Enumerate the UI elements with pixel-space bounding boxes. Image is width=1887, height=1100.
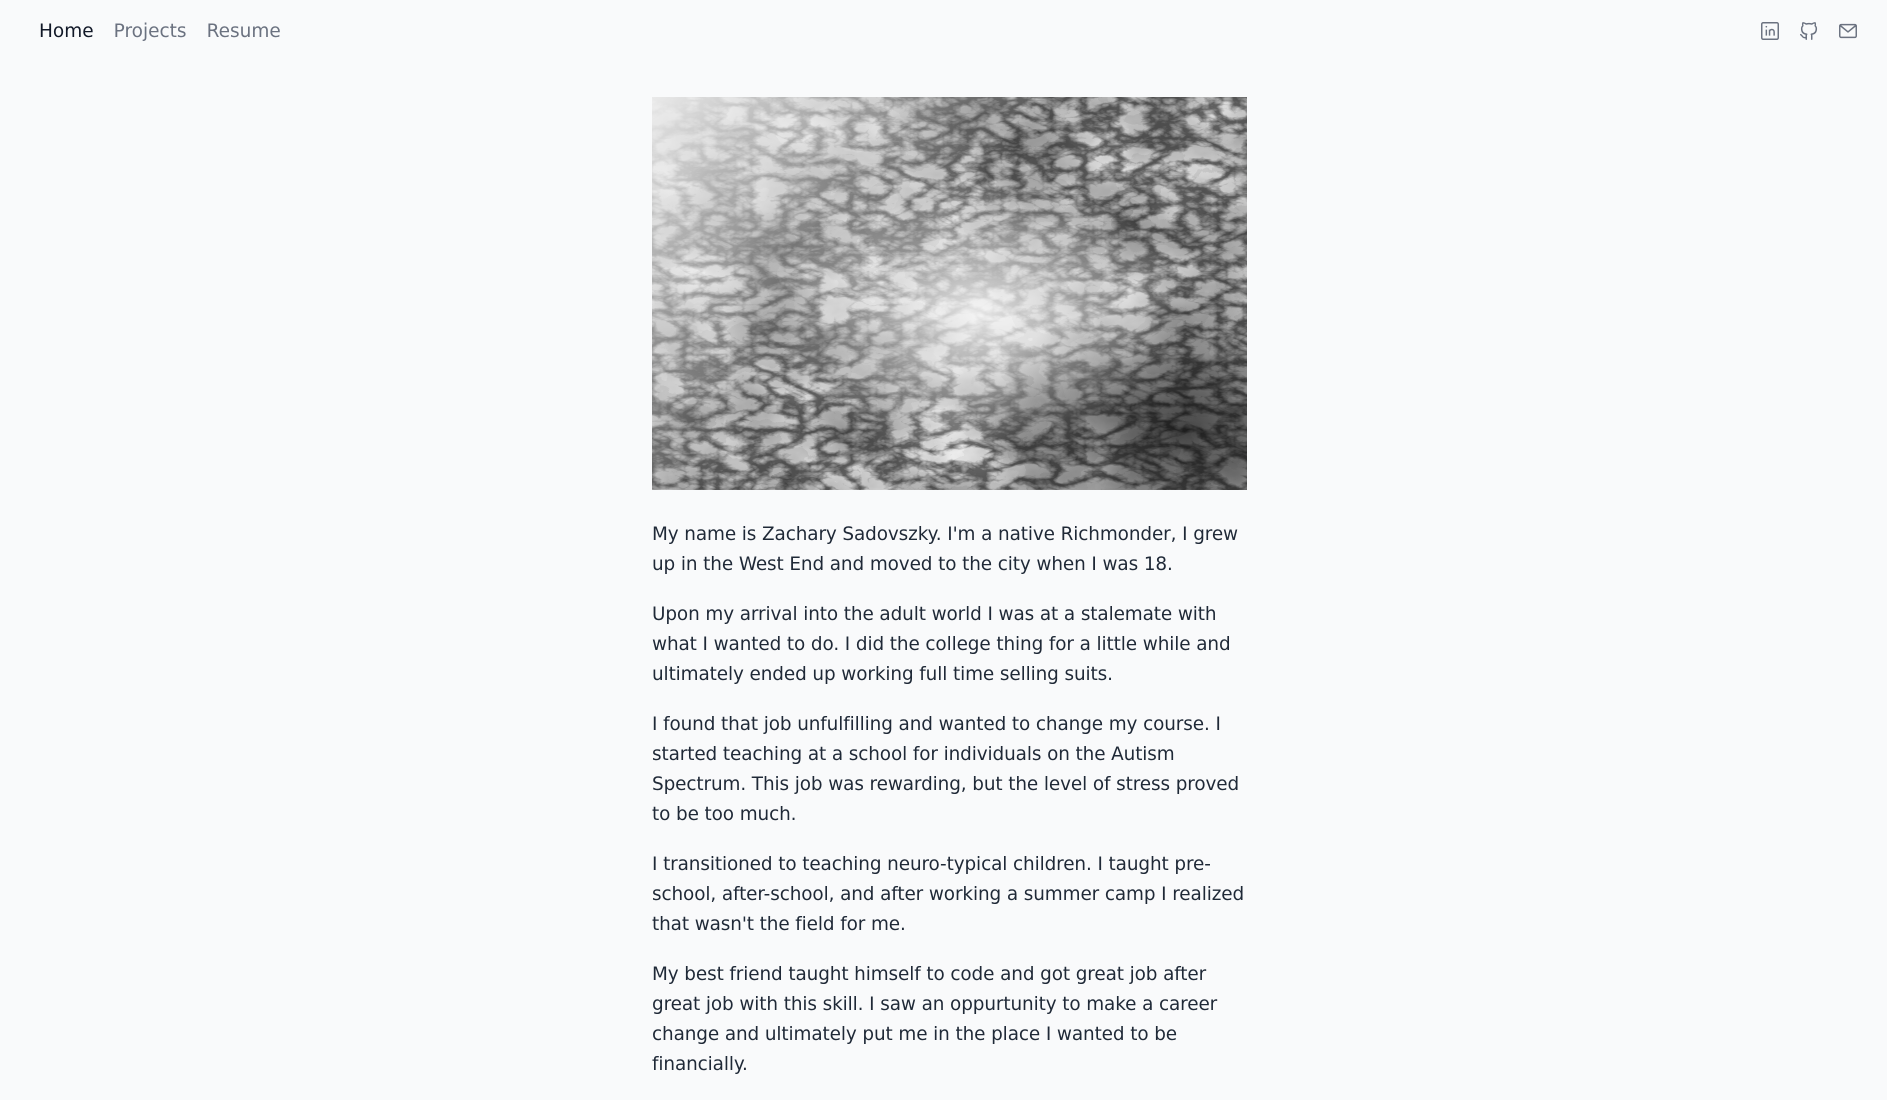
nav-links: Home Projects Resume [39,19,281,45]
github-icon[interactable] [1798,20,1820,42]
bio-paragraph: My name is Zachary Sadovszky. I'm a nati… [652,524,1238,575]
bio-paragraph: Upon my arrival into the adult world I w… [652,604,1231,685]
nav-link-resume[interactable]: Resume [207,19,281,45]
nav-link-home[interactable]: Home [39,19,94,45]
mail-icon[interactable] [1837,20,1859,42]
abstract-marbled-image [652,97,1247,490]
linkedin-icon[interactable] [1759,20,1781,42]
bio-paragraph: I found that job unfulfilling and wanted… [652,714,1240,825]
hero-image [652,97,1247,490]
top-nav: Home Projects Resume [0,0,1887,64]
bio-paragraph: My best friend taught himself to code an… [652,964,1218,1075]
social-links [1759,20,1859,42]
nav-link-projects[interactable]: Projects [114,19,187,45]
bio-content: My name is Zachary Sadovszky. I'm a nati… [652,520,1252,1100]
bio-paragraph: I transitioned to teaching neuro-typical… [652,854,1245,935]
